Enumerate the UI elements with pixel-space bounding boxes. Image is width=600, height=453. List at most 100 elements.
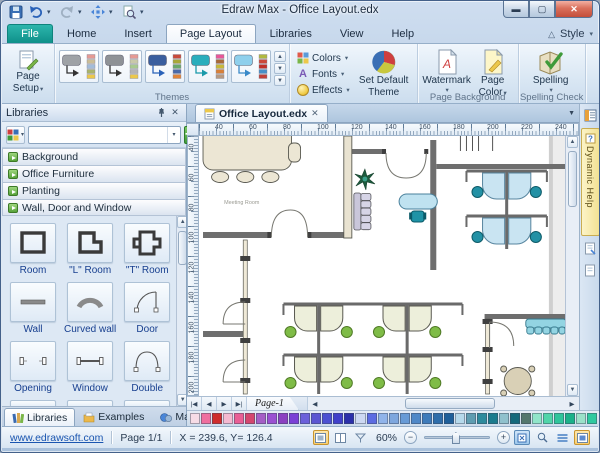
palette-swatch[interactable] [476,413,487,424]
scroll-up-icon[interactable]: ▲ [567,136,578,148]
palette-swatch[interactable] [509,413,520,424]
website-link[interactable]: www.edrawsoft.com [10,432,103,444]
document-close-icon[interactable]: ✕ [311,108,319,119]
document-tab[interactable]: Office Layout.edx ✕ [195,104,328,122]
set-default-theme-button[interactable]: Set Default Theme [355,47,413,100]
document-page-icon[interactable] [581,261,599,280]
palette-swatch[interactable] [587,413,598,424]
palette-swatch[interactable] [498,413,509,424]
theme-thumbnail-1[interactable] [59,50,99,83]
palette-swatch[interactable] [245,413,256,424]
palette-swatch[interactable] [234,413,245,424]
shape-opening[interactable]: Opening [10,341,56,394]
palette-swatch[interactable] [520,413,531,424]
round-table[interactable] [500,365,536,396]
normal-view-icon[interactable] [312,430,329,445]
tab-file[interactable]: File [7,24,53,43]
themes-scroll-down-icon[interactable]: ▼ [274,63,286,74]
bottom-tab-examples[interactable]: Examples [75,408,152,426]
couch[interactable] [525,318,565,335]
palette-swatch[interactable] [432,413,443,424]
library-menu-button[interactable]: ▾ [6,125,26,144]
scroll-right-icon[interactable]: ▶ [565,397,579,410]
palette-swatch[interactable] [410,413,421,424]
library-search-combobox[interactable]: ▾ [28,125,182,144]
library-category-wall-door-and-window[interactable]: Wall, Door and Window [2,199,186,216]
theme-thumbnail-4[interactable] [188,50,228,83]
theme-thumbnail-5[interactable] [231,50,271,83]
effects-button[interactable]: Effects ▾ [294,83,353,97]
palette-swatch[interactable] [278,413,289,424]
next-page-icon[interactable]: ▶ [217,397,232,410]
floor-plan[interactable]: Meeting Room [199,136,565,396]
themes-more-icon[interactable]: ▼ [274,75,286,86]
spelling-button[interactable]: Spelling ▾ [527,47,575,96]
theme-thumbnail-2[interactable] [102,50,142,83]
scroll-down-icon[interactable]: ▼ [567,384,578,396]
collapse-ribbon-icon[interactable]: △ [548,29,555,40]
meeting-room-label[interactable]: Meeting Room [224,200,260,206]
horizontal-scrollbar[interactable]: ◀ ▶ [306,397,579,410]
page-view-icon[interactable] [333,430,349,445]
zoom-area-icon[interactable] [534,430,550,445]
palette-swatch[interactable] [454,413,465,424]
colors-button[interactable]: Colors ▾ [294,51,353,65]
drawing-area[interactable]: Meeting Room [199,136,565,396]
themes-scroll-up-icon[interactable]: ▲ [274,51,286,62]
libraries-scrollbar[interactable]: ▲ ▼ [176,216,186,406]
palette-swatch[interactable] [333,413,344,424]
first-page-icon[interactable]: |◀ [187,397,202,410]
palette-swatch[interactable] [554,413,565,424]
last-page-icon[interactable]: ▶| [232,397,247,410]
fullscreen-icon[interactable] [574,430,590,445]
shape-l-room[interactable]: "L" Room [64,223,116,276]
tab-page-layout[interactable]: Page Layout [165,24,256,43]
palette-swatch[interactable] [399,413,410,424]
palette-swatch[interactable] [565,413,576,424]
shape-wall[interactable]: Wall [10,282,56,335]
palette-swatch[interactable] [223,413,234,424]
palette-swatch[interactable] [256,413,267,424]
pages-icon[interactable] [554,430,570,445]
zoom-slider-thumb[interactable] [451,432,460,444]
fit-to-window-icon[interactable] [514,430,530,445]
help-panel-icon[interactable] [581,106,599,125]
clipboard-icon[interactable] [581,239,599,258]
style-button[interactable]: Style [560,28,584,40]
shape-window[interactable]: Window [64,341,116,394]
watermark-button[interactable]: A Watermark ▾ [422,47,472,96]
close-panel-icon[interactable]: ✕ [168,106,182,119]
zoom-slider[interactable] [424,432,490,444]
scrollbar-thumb[interactable] [178,231,186,265]
scroll-up-icon[interactable]: ▲ [177,216,186,228]
tab-view[interactable]: View [326,24,378,43]
scroll-down-icon[interactable]: ▼ [177,394,186,406]
palette-swatch[interactable] [201,413,212,424]
palette-swatch[interactable] [465,413,476,424]
style-dropdown-icon[interactable]: ▾ [589,30,593,38]
palette-swatch[interactable] [322,413,333,424]
prev-page-icon[interactable]: ◀ [202,397,217,410]
bottom-tab-libraries[interactable]: Libraries [4,408,76,426]
fonts-button[interactable]: A Fonts ▾ [294,67,353,81]
maximize-button[interactable]: ▢ [529,1,555,18]
palette-swatch[interactable] [366,413,377,424]
shape-door[interactable]: Door [124,282,171,335]
sofa[interactable] [353,192,372,231]
library-search-input[interactable] [29,129,168,140]
theme-thumbnail-3[interactable] [145,50,185,83]
zoom-in-icon[interactable]: + [497,431,510,444]
cavity-wall[interactable] [343,136,353,239]
shape-double-door[interactable]: Double [124,341,171,394]
palette-swatch[interactable] [190,413,201,424]
vertical-scrollbar[interactable]: ▲ ▼ [565,136,579,396]
tab-list-icon[interactable]: ▼ [568,110,575,117]
palette-swatch[interactable] [543,413,554,424]
minimize-button[interactable]: ▬ [503,1,529,18]
tab-insert[interactable]: Insert [110,24,166,43]
palette-swatch[interactable] [289,413,300,424]
scrollbar-thumb[interactable] [404,398,495,409]
palette-swatch[interactable] [300,413,311,424]
library-category-office-furniture[interactable]: Office Furniture [2,165,186,182]
tab-home[interactable]: Home [53,24,110,43]
